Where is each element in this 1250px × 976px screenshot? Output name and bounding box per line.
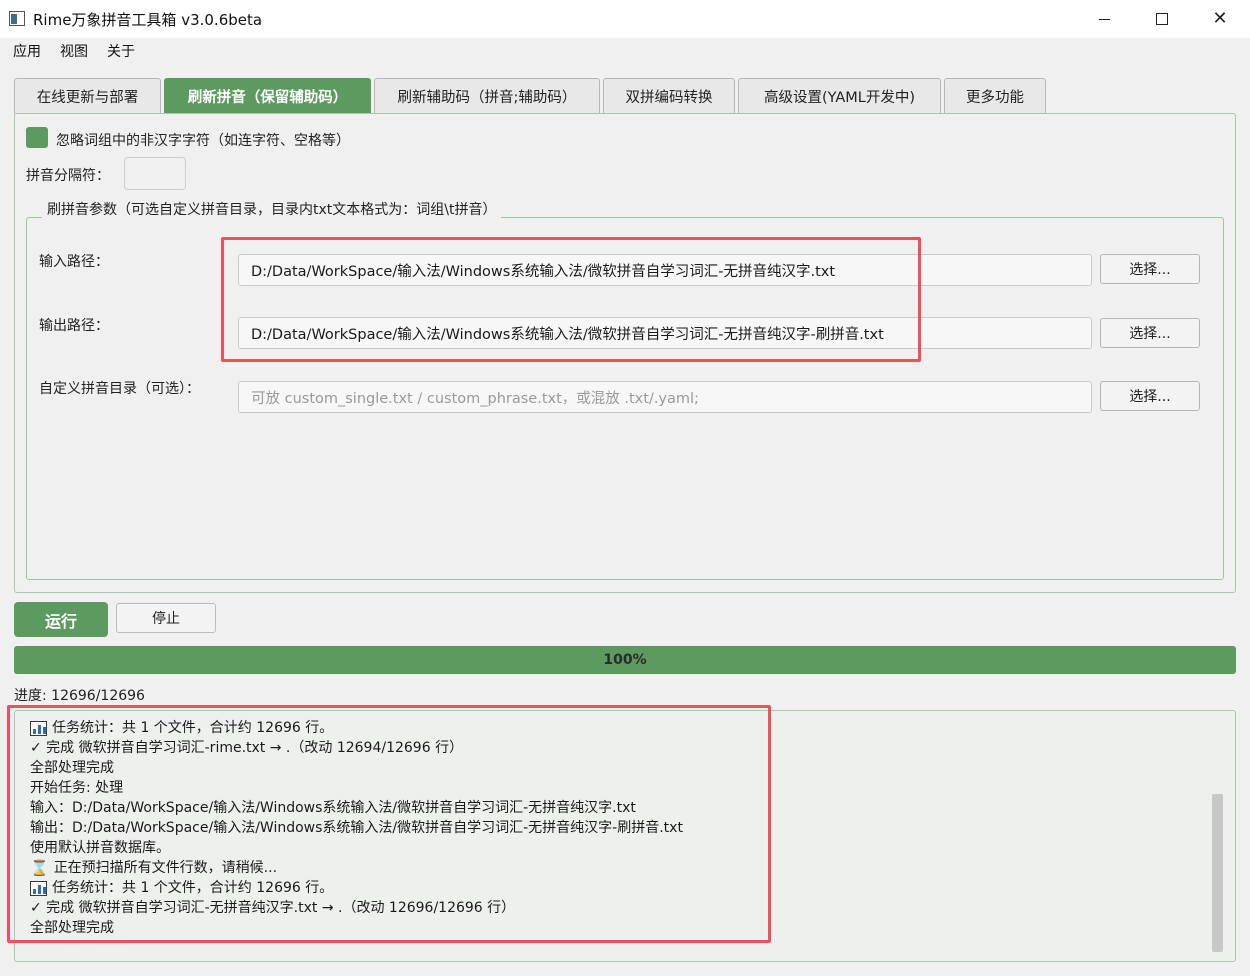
log-line: 任务统计：共 1 个文件，合计约 12696 行。 <box>30 718 683 738</box>
menu-bar: 应用 视图 关于 <box>0 38 1250 63</box>
log-line-text: ✓ 完成 微软拼音自学习词汇-无拼音纯汉字.txt → .（改动 12696/1… <box>30 900 516 916</box>
log-line: ⌛ 正在预扫描所有文件行数，请稍候... <box>30 858 683 878</box>
log-line: 任务统计：共 1 个文件，合计约 12696 行。 <box>30 878 683 898</box>
separator-label: 拼音分隔符： <box>26 168 110 184</box>
bar-chart-icon <box>30 720 47 736</box>
log-lines: 任务统计：共 1 个文件，合计约 12696 行。 ✓ 完成 微软拼音自学习词汇-… <box>30 718 683 938</box>
minimize-button[interactable] <box>1075 0 1133 38</box>
input-path-label: 输入路径： <box>39 254 109 270</box>
log-line-text: 全部处理完成 <box>30 920 114 936</box>
choose-input-button[interactable]: 选择... <box>1100 254 1200 284</box>
input-path-field[interactable]: D:/Data/WorkSpace/输入法/Windows系统输入法/微软拼音自… <box>238 254 1092 286</box>
log-line: 输出：D:/Data/WorkSpace/输入法/Windows系统输入法/微软… <box>30 818 683 838</box>
tab-online-update[interactable]: 在线更新与部署 <box>14 78 161 114</box>
menu-app[interactable]: 应用 <box>13 41 41 61</box>
log-line-text: 输入：D:/Data/WorkSpace/输入法/Windows系统输入法/微软… <box>30 800 636 816</box>
progress-bar: 100% <box>14 646 1236 674</box>
log-line-text: 输出：D:/Data/WorkSpace/输入法/Windows系统输入法/微软… <box>30 820 683 836</box>
maximize-button[interactable] <box>1133 0 1191 38</box>
log-line-text: 使用默认拼音数据库。 <box>30 840 170 856</box>
params-group-title: 刷拼音参数（可选自定义拼音目录，目录内txt文本格式为：词组\t拼音） <box>42 199 502 219</box>
log-line-text: 任务统计：共 1 个文件，合计约 12696 行。 <box>52 880 334 896</box>
ignore-nonhanzi-checkbox[interactable] <box>26 127 48 148</box>
log-line-text: 全部处理完成 <box>30 760 114 776</box>
log-line-text: 开始任务: 处理 <box>30 780 124 796</box>
app-window: Rime万象拼音工具箱 v3.0.6beta ✕ 应用 视图 关于 在线更新与部… <box>0 0 1250 976</box>
tab-advanced-settings[interactable]: 高级设置(YAML开发中) <box>738 78 941 114</box>
tab-refresh-pinyin[interactable]: 刷新拼音（保留辅助码） <box>164 78 371 114</box>
log-line: ✓ 完成 微软拼音自学习词汇-无拼音纯汉字.txt → .（改动 12696/1… <box>30 898 683 918</box>
maximize-icon <box>1156 13 1168 25</box>
progress-percent: 100% <box>603 652 647 668</box>
custom-dir-label: 自定义拼音目录（可选）： <box>39 381 200 397</box>
minimize-icon <box>1098 18 1110 20</box>
log-line: 全部处理完成 <box>30 758 683 778</box>
tab-refresh-auxcode[interactable]: 刷新辅助码（拼音;辅助码） <box>374 78 600 114</box>
tab-shuangpin-convert[interactable]: 双拼编码转换 <box>603 78 735 114</box>
window-title: Rime万象拼音工具箱 v3.0.6beta <box>33 11 263 29</box>
stop-button[interactable]: 停止 <box>116 603 216 633</box>
bar-chart-icon <box>30 880 47 896</box>
run-button[interactable]: 运行 <box>14 602 108 637</box>
app-icon <box>9 11 25 26</box>
log-line: 输入：D:/Data/WorkSpace/输入法/Windows系统输入法/微软… <box>30 798 683 818</box>
progress-count: 进度: 12696/12696 <box>14 688 145 704</box>
hourglass-icon: ⌛ <box>30 859 49 877</box>
log-line-text: 正在预扫描所有文件行数，请稍候... <box>53 860 278 876</box>
choose-custom-dir-button[interactable]: 选择... <box>1100 381 1200 411</box>
title-bar: Rime万象拼音工具箱 v3.0.6beta ✕ <box>0 0 1250 38</box>
close-button[interactable]: ✕ <box>1191 0 1249 38</box>
separator-input[interactable] <box>124 157 186 190</box>
close-icon: ✕ <box>1212 8 1228 29</box>
log-line: 使用默认拼音数据库。 <box>30 838 683 858</box>
log-line: ✓ 完成 微软拼音自学习词汇-rime.txt → .（改动 12694/126… <box>30 738 683 758</box>
log-line-text: ✓ 完成 微软拼音自学习词汇-rime.txt → .（改动 12694/126… <box>30 740 464 756</box>
choose-output-button[interactable]: 选择... <box>1100 318 1200 348</box>
ignore-nonhanzi-label: 忽略词组中的非汉字字符（如连字符、空格等） <box>56 133 350 149</box>
log-scrollbar[interactable] <box>1212 794 1223 952</box>
menu-view[interactable]: 视图 <box>60 41 88 61</box>
menu-about[interactable]: 关于 <box>107 41 135 61</box>
output-path-field[interactable]: D:/Data/WorkSpace/输入法/Windows系统输入法/微软拼音自… <box>238 317 1092 349</box>
log-line: 全部处理完成 <box>30 918 683 938</box>
log-line-text: 任务统计：共 1 个文件，合计约 12696 行。 <box>52 720 334 736</box>
log-line: 开始任务: 处理 <box>30 778 683 798</box>
output-path-label: 输出路径： <box>39 318 109 334</box>
custom-dir-field[interactable]: 可放 custom_single.txt / custom_phrase.txt… <box>238 381 1092 413</box>
tab-more-features[interactable]: 更多功能 <box>944 78 1046 114</box>
